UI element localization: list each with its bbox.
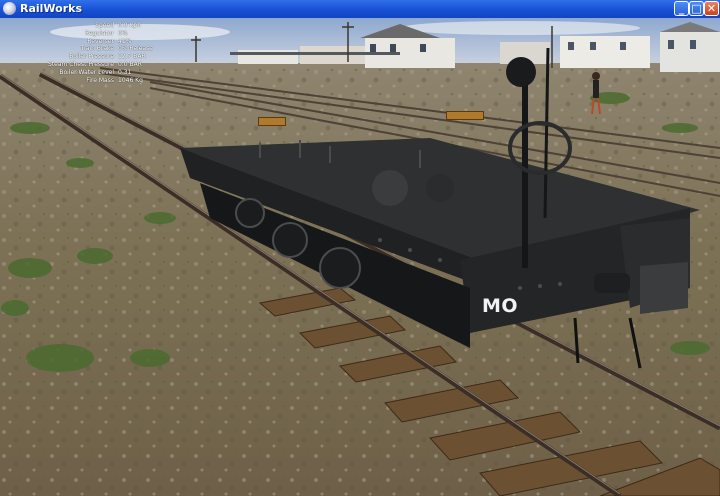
hud-speed: Speed 0.0 Kph [0,22,200,30]
app-icon[interactable] [3,2,16,15]
trackside-sign [258,117,286,126]
hud-boiler-water-level: Boiler Water Level 0.31 [0,69,200,77]
hud-fire-mass: Fire Mass 1046 Kg [0,77,200,85]
hud-steam-chest-pressure: Steam Chest Pressure 0.0 BAR [0,61,200,69]
trackside-sign [446,111,484,120]
hud-boiler-pressure-label: Boiler Pressure [69,53,114,61]
maximize-button[interactable]: □ [689,1,704,16]
wagon-code-label: MO [482,295,519,317]
hud-steam-chest-pressure-value: 0.0 BAR [118,60,142,68]
hud-speed-label: Speed [95,22,114,29]
window-title: RailWorks [20,2,83,15]
game-viewport[interactable]: MO [0,18,720,496]
hud-regulator: Regulator 0% [0,30,200,38]
hud-fire-mass-label: Fire Mass [86,76,114,84]
hud-regulator-value: 0% [118,29,128,37]
hud-fire-mass-value: 1046 Kg [118,76,143,84]
hud-speed-value: 0.0 Kph [118,22,141,29]
minimize-button[interactable]: _ [674,1,689,16]
railway-scene [0,18,720,496]
close-button[interactable]: ✕ [704,1,719,16]
hud-steam-chest-pressure-label: Steam Chest Pressure [48,60,114,68]
hud-regulator-label: Regulator [84,29,114,37]
hud-boiler-water-level-value: 0.31 [118,68,132,76]
window-titlebar[interactable]: RailWorks _ □ ✕ [0,0,720,18]
hud-readout-panel: Speed 0.0 Kph Regulator 0% Reverser 41% … [0,22,200,84]
hud-boiler-pressure: Boiler Pressure 12.7 BAR [0,53,200,61]
hud-boiler-pressure-value: 12.7 BAR [118,53,146,61]
hud-boiler-water-level-label: Boiler Water Level [59,68,114,76]
